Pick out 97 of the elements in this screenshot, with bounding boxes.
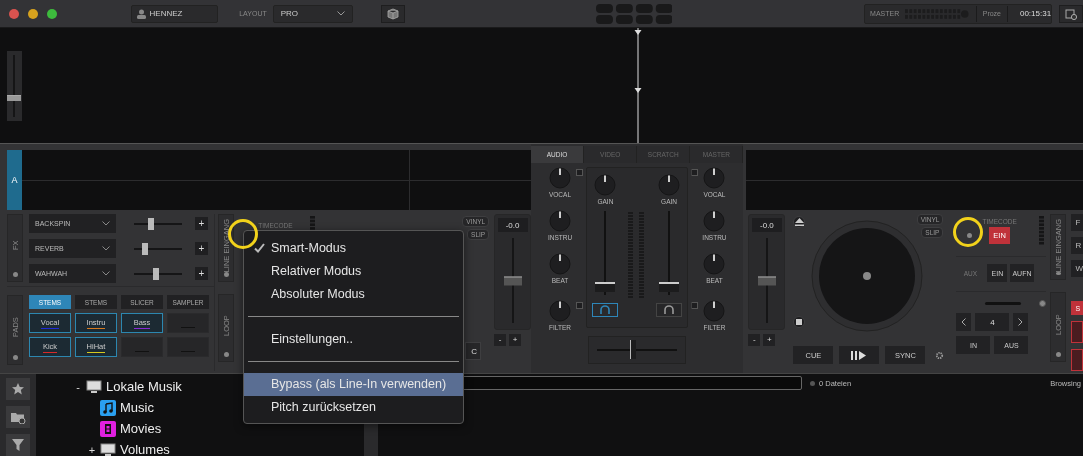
effect-slider[interactable] xyxy=(134,242,182,255)
add-effect-button[interactable]: + xyxy=(195,267,208,280)
box-icon[interactable] xyxy=(381,4,406,23)
menu-item[interactable]: Einstellungen.. xyxy=(244,328,463,351)
loop-led xyxy=(1039,299,1047,307)
play-pause-icon xyxy=(851,350,868,360)
chevron-icon xyxy=(102,221,110,226)
chevron-icon xyxy=(337,11,346,16)
search-field[interactable] xyxy=(462,376,802,390)
eq-knob[interactable] xyxy=(703,253,726,275)
crossfader-thumb[interactable] xyxy=(629,340,636,360)
effect-dropdown[interactable]: W xyxy=(1071,260,1083,277)
slider-thumb[interactable] xyxy=(152,267,159,280)
favorites-icon[interactable] xyxy=(6,378,30,400)
menu-item[interactable]: Relativer Modus xyxy=(244,260,463,283)
timecode-meter xyxy=(1039,216,1045,246)
headphones-button[interactable] xyxy=(592,303,619,317)
eq-knob[interactable] xyxy=(549,300,571,322)
layout-dropdown[interactable]: PRO xyxy=(272,4,354,23)
slider-thumb[interactable] xyxy=(7,94,21,101)
menu-item[interactable]: Smart-Modus xyxy=(244,237,463,260)
effect-slider[interactable] xyxy=(134,217,182,230)
headphones-button[interactable] xyxy=(656,303,683,317)
pitch-slider[interactable] xyxy=(505,238,520,323)
filter-icon[interactable] xyxy=(6,434,30,456)
eq-knob[interactable] xyxy=(549,167,571,189)
effect-slider[interactable] xyxy=(134,267,182,280)
clock: 00:15:31 xyxy=(1019,9,1052,18)
chevron-icon xyxy=(102,246,110,251)
menu-item[interactable]: Absoluter Modus xyxy=(244,283,463,306)
tree-toggle[interactable]: + xyxy=(88,443,96,456)
pitch-value: -0.0 xyxy=(497,218,528,232)
play-pause-button[interactable] xyxy=(839,346,880,364)
highlight-circle xyxy=(228,219,258,249)
slider-thumb[interactable] xyxy=(141,242,148,255)
slider-thumb[interactable] xyxy=(503,276,522,285)
film-folder-icon xyxy=(100,420,116,437)
deck-label[interactable]: A xyxy=(7,150,22,210)
menu-item[interactable]: Pitch zurücksetzen xyxy=(244,396,463,419)
slider-thumb[interactable] xyxy=(757,276,776,285)
eq-knob[interactable] xyxy=(549,210,571,232)
slider-thumb[interactable] xyxy=(147,217,154,230)
loop-indicator xyxy=(985,301,1022,305)
stop-icon[interactable] xyxy=(793,316,806,328)
eq-knob[interactable] xyxy=(549,253,571,275)
pad-button[interactable] xyxy=(1071,321,1083,343)
computer-icon xyxy=(100,442,116,456)
eq-knob[interactable] xyxy=(703,167,726,189)
pitch-up-button[interactable]: + xyxy=(763,334,776,346)
effect-dropdown[interactable]: R xyxy=(1071,237,1083,254)
effect-dropdown[interactable]: F xyxy=(1071,214,1083,231)
gain-knob[interactable] xyxy=(658,174,681,196)
pitch-up-button[interactable]: + xyxy=(509,334,522,346)
close-button[interactable] xyxy=(9,8,19,19)
add-effect-button[interactable]: + xyxy=(195,242,208,255)
volume-fader[interactable] xyxy=(659,211,680,295)
fader-thumb[interactable] xyxy=(595,282,616,293)
highlight-circle xyxy=(953,217,983,247)
loop-increase-button[interactable] xyxy=(1013,313,1029,331)
menu-item[interactable]: Bypass (als Line-In verwenden) xyxy=(244,373,463,396)
pitch-down-button[interactable]: - xyxy=(748,334,761,346)
tree-item[interactable]: Movies xyxy=(120,421,162,436)
eject-icon[interactable] xyxy=(793,216,806,228)
zoom-slider[interactable] xyxy=(7,54,22,117)
chevron-icon xyxy=(102,271,110,276)
fader-thumb[interactable] xyxy=(659,282,680,293)
pitch-value: -0.0 xyxy=(751,218,782,232)
user-field[interactable]: HENNEZ xyxy=(130,4,219,23)
minimize-button[interactable] xyxy=(28,8,38,19)
settings-icon[interactable] xyxy=(935,350,945,360)
eq-knob[interactable] xyxy=(703,300,726,322)
tree-item[interactable]: Music xyxy=(120,400,154,415)
tree-item[interactable]: Volumes xyxy=(120,442,170,456)
status-dot xyxy=(810,380,815,386)
music-folder-icon xyxy=(100,399,116,416)
gain-knob[interactable] xyxy=(594,174,617,196)
chevron-left-icon xyxy=(961,318,967,326)
chevron-right-icon xyxy=(1018,318,1024,326)
tree-item[interactable]: Lokale Musik xyxy=(106,379,182,394)
calendar-clock-icon[interactable] xyxy=(1059,4,1083,23)
loop-size: 4 xyxy=(975,313,1010,331)
timecode-indicator[interactable] xyxy=(967,233,973,238)
add-folder-icon[interactable] xyxy=(6,406,30,428)
pad-button[interactable] xyxy=(1071,349,1083,371)
user-icon xyxy=(136,8,146,19)
volume-fader[interactable] xyxy=(595,211,616,295)
loop-decrease-button[interactable] xyxy=(956,313,972,331)
pitch-down-button[interactable]: - xyxy=(494,334,507,346)
headphones-icon xyxy=(663,305,676,315)
eq-knob[interactable] xyxy=(703,210,726,232)
zoom-button[interactable] xyxy=(47,8,57,19)
add-effect-button[interactable]: + xyxy=(195,217,208,230)
pitch-slider[interactable] xyxy=(759,238,774,323)
sync-button[interactable]: C xyxy=(465,342,482,360)
headphones-icon xyxy=(599,305,612,315)
computer-icon xyxy=(86,379,102,394)
tree-toggle[interactable]: - xyxy=(74,380,82,393)
